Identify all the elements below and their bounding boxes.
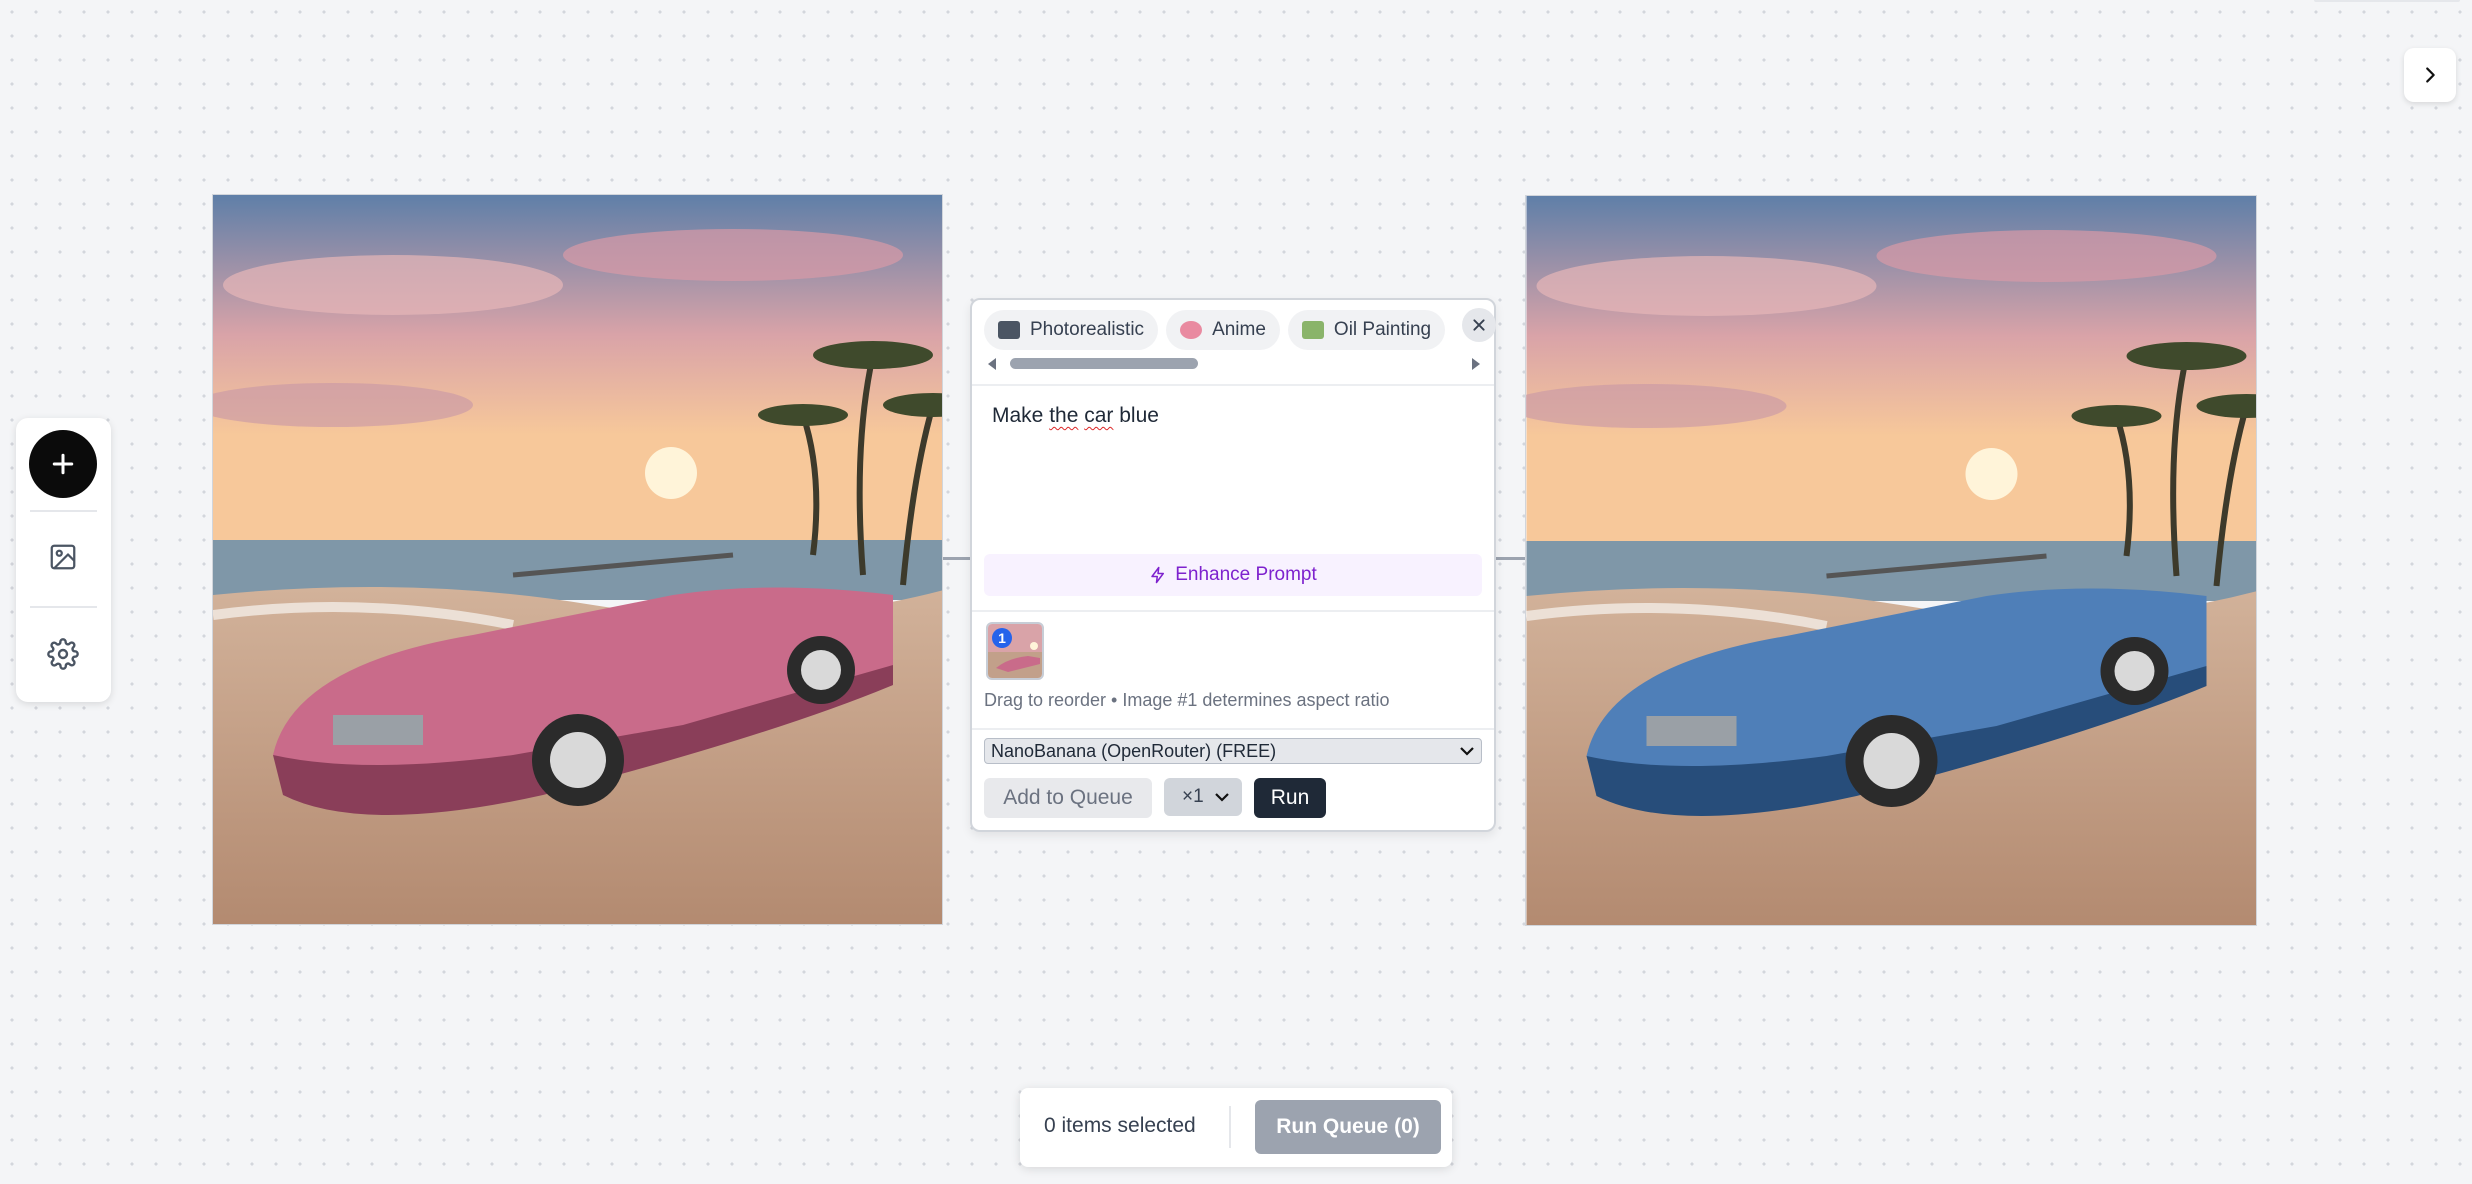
close-node-button[interactable] bbox=[1462, 308, 1496, 342]
queue-bar-divider bbox=[1229, 1106, 1231, 1148]
gear-icon bbox=[47, 638, 79, 670]
palette-icon bbox=[1180, 321, 1203, 339]
top-edge-tab[interactable] bbox=[2314, 0, 2460, 2]
enhance-prompt-label: Enhance Prompt bbox=[1175, 564, 1317, 585]
node-divider bbox=[972, 610, 1494, 612]
reorder-hint: Drag to reorder • Image #1 determines as… bbox=[984, 690, 1390, 710]
selected-count: 0 items selected bbox=[1044, 1114, 1196, 1137]
style-chip-label: Anime bbox=[1212, 319, 1266, 340]
reference-image-thumbnail[interactable]: 1 bbox=[986, 622, 1044, 680]
scroll-right-icon[interactable] bbox=[1470, 357, 1482, 371]
prompt-word: the bbox=[1049, 404, 1079, 427]
add-to-queue-button[interactable]: Add to Queue bbox=[984, 778, 1152, 818]
settings-button[interactable] bbox=[39, 630, 87, 678]
chevron-right-icon bbox=[2426, 67, 2435, 83]
prompt-word: blue bbox=[1113, 404, 1159, 427]
prompt-word: car bbox=[1084, 404, 1114, 427]
scrollbar-thumb[interactable] bbox=[1010, 358, 1198, 369]
prompt-input[interactable]: Make the car blue bbox=[992, 404, 1159, 428]
style-chip-anime[interactable]: Anime bbox=[1166, 310, 1280, 350]
enhance-prompt-button[interactable]: Enhance Prompt bbox=[984, 554, 1482, 596]
beach-car-image bbox=[213, 195, 942, 924]
beach-car-result-image bbox=[1526, 196, 2256, 925]
chevron-down-icon bbox=[1215, 793, 1229, 802]
run-button[interactable]: Run bbox=[1254, 778, 1326, 818]
style-chip-oil-painting[interactable]: Oil Painting bbox=[1287, 310, 1446, 350]
node-divider bbox=[972, 728, 1494, 730]
image-icon bbox=[50, 544, 76, 570]
model-select-value: NanoBanana (OpenRouter) (FREE) bbox=[991, 740, 1277, 761]
lightning-icon bbox=[1151, 566, 1165, 584]
image-order-badge: 1 bbox=[992, 628, 1012, 648]
run-count-select[interactable]: ×1 bbox=[1164, 778, 1242, 816]
prompt-word: Make bbox=[992, 404, 1050, 427]
close-icon bbox=[1473, 319, 1485, 331]
style-chip-label: Oil Painting bbox=[1333, 319, 1432, 340]
left-toolbar bbox=[16, 418, 111, 702]
source-image-node[interactable] bbox=[212, 194, 943, 925]
result-image-node[interactable] bbox=[1525, 195, 2257, 926]
scroll-left-icon[interactable] bbox=[986, 357, 998, 371]
prompt-node[interactable]: Photorealistic Anime Oil Painting Make t… bbox=[970, 298, 1496, 832]
toolbar-divider bbox=[30, 606, 97, 608]
style-scrollbar[interactable] bbox=[982, 354, 1482, 372]
node-divider bbox=[972, 384, 1494, 386]
run-queue-button[interactable]: Run Queue (0) bbox=[1255, 1100, 1441, 1154]
style-chip-photorealistic[interactable]: Photorealistic bbox=[984, 310, 1159, 350]
image-button[interactable] bbox=[39, 533, 87, 581]
connector-out bbox=[1496, 557, 1526, 560]
add-node-button[interactable] bbox=[29, 430, 97, 498]
style-chip-label: Photorealistic bbox=[1030, 319, 1145, 340]
connector-in bbox=[943, 557, 972, 560]
style-presets: Photorealistic Anime Oil Painting bbox=[984, 310, 1450, 354]
run-count-value: ×1 bbox=[1182, 786, 1204, 807]
plus-icon bbox=[52, 453, 74, 475]
expand-panel-button[interactable] bbox=[2404, 48, 2456, 102]
camera-icon bbox=[998, 321, 1020, 339]
framed-picture-icon bbox=[1301, 321, 1324, 339]
model-select[interactable]: NanoBanana (OpenRouter) (FREE) bbox=[984, 738, 1482, 764]
chevron-down-icon bbox=[1460, 747, 1474, 756]
queue-bar: 0 items selected Run Queue (0) bbox=[1020, 1088, 1452, 1167]
toolbar-divider bbox=[30, 510, 97, 512]
